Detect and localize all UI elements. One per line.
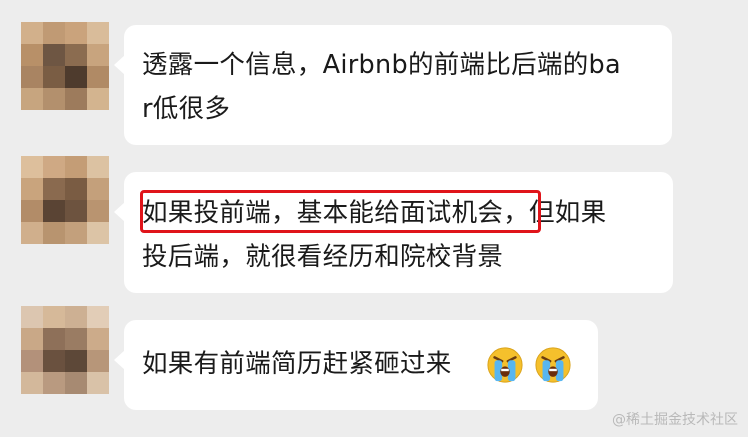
sender-avatar[interactable] [21,156,109,244]
red-highlight-box [140,190,541,233]
sender-avatar[interactable] [21,306,109,394]
crying-face-icon [535,347,571,383]
message-text-line-1: 透露一个信息，Airbnb的前端比后端的ba [142,50,621,80]
sender-avatar[interactable] [21,22,109,110]
message-text: 如果有前端简历赶紧砸过来 [142,349,452,379]
message-text-line-2: r低很多 [142,94,231,124]
message-bubble[interactable]: 如果有前端简历赶紧砸过来 [114,320,598,410]
watermark: @稀土掘金技术社区 [612,412,738,428]
message-bubble[interactable]: 透露一个信息，Airbnb的前端比后端的ba r低很多 [114,25,672,145]
message-text-line-2: 投后端，就很看经历和院校背景 [142,242,504,272]
crying-face-icon [487,347,523,383]
